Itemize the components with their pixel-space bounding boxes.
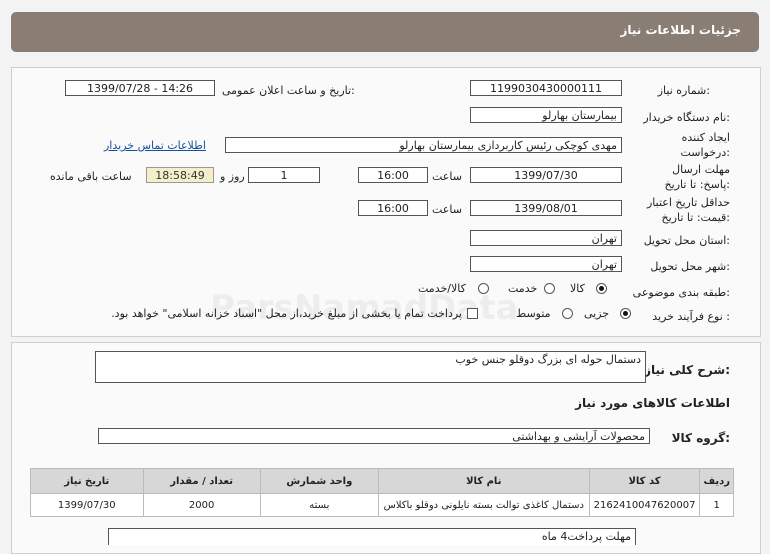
remaining-label: ساعت باقی مانده	[50, 170, 132, 183]
days-field: 1	[248, 167, 320, 183]
col-row: ردیف	[699, 468, 734, 494]
city-label: شهر محل تحویل:	[650, 260, 730, 273]
col-qty: تعداد / مقدار	[142, 468, 261, 494]
validity-date-field: 1399/08/01	[470, 200, 622, 216]
need-number-field: 1199030430000111	[470, 80, 622, 96]
validity-time-field: 16:00	[358, 200, 428, 216]
days-label: روز و	[220, 170, 245, 183]
send-deadline-label: مهلت ارسال پاسخ: تا تاریخ:	[664, 163, 730, 191]
goods-group-label: گروه کالا:	[671, 431, 730, 445]
cell-unit: بسته	[259, 493, 379, 517]
cell-name: دستمال کاغذی توالت بسته نایلونی دوقلو با…	[377, 493, 590, 517]
announce-label: تاریخ و ساعت اعلان عمومی:	[222, 84, 355, 97]
creator-label: ایجاد کننده درخواست:	[680, 131, 731, 159]
col-name: نام کالا	[377, 468, 590, 494]
process-medium-radio[interactable]	[562, 308, 573, 319]
process-minor-label: جزیی	[584, 307, 610, 320]
city-field: تهران	[470, 256, 622, 272]
announce-field: 1399/07/28 - 14:26	[65, 80, 215, 96]
buyer-label: نام دستگاه خریدار:	[643, 111, 730, 124]
send-date-field: 1399/07/30	[470, 167, 622, 183]
page-title: جزئیات اطلاعات نیاز	[620, 23, 741, 37]
description-label: شرح کلی نیاز:	[644, 363, 730, 377]
treasury-payment-checkbox[interactable]	[467, 308, 478, 319]
province-field: تهران	[470, 230, 622, 246]
col-unit: واحد شمارش	[259, 468, 379, 494]
process-medium-label: متوسط	[516, 307, 551, 320]
cell-row: 1	[699, 493, 734, 517]
items-table-header: ردیف کد کالا نام کالا واحد شمارش تعداد /…	[30, 468, 734, 494]
validity-label: حداقل تاریخ اعتبار قیمت: تا تاریخ:	[646, 196, 730, 224]
category-label: طبقه بندی موضوعی:	[632, 286, 730, 299]
send-time-field: 16:00	[358, 167, 428, 183]
buyer-contact-link[interactable]: اطلاعات تماس خریدار	[104, 139, 206, 152]
cell-code: 2162410047620007	[588, 493, 701, 517]
category-both-radio[interactable]	[478, 283, 489, 294]
category-goods-label: کالا	[570, 282, 585, 295]
send-time-label: ساعت	[432, 170, 462, 183]
category-goods-radio[interactable]	[596, 283, 607, 294]
items-section-title: اطلاعات کالاهای مورد نیاز	[575, 396, 730, 410]
col-date: تاریخ نیاز	[30, 468, 144, 494]
description-field: دستمال حوله ای بزرگ دوقلو جنس خوب	[95, 351, 646, 383]
process-label: نوع فرآیند خرید :	[652, 310, 730, 323]
creator-field: مهدی کوچکی رئیس کاربردازی بیمارستان بهار…	[225, 137, 622, 153]
treasury-payment-note: پرداخت تمام یا بخشی از مبلغ خرید،از محل …	[111, 307, 462, 320]
category-service-label: خدمت	[508, 282, 538, 295]
items-table: ردیف کد کالا نام کالا واحد شمارش تعداد /…	[30, 468, 734, 517]
process-minor-radio[interactable]	[620, 308, 631, 319]
category-service-radio[interactable]	[544, 283, 555, 294]
province-label: استان محل تحویل:	[643, 234, 730, 247]
col-code: کد کالا	[588, 468, 701, 494]
cell-date: 1399/07/30	[30, 493, 144, 517]
buyer-notes-field: مهلت پرداخت4 ماه	[108, 528, 636, 545]
need-number-label: شماره نیاز:	[657, 84, 710, 97]
cell-qty: 2000	[142, 493, 261, 517]
remaining-time-field: 18:58:49	[146, 167, 214, 183]
category-both-label: کالا/خدمت	[418, 282, 466, 295]
buyer-field: بیمارستان بهارلو	[470, 107, 622, 123]
validity-time-label: ساعت	[432, 203, 462, 216]
table-row: 1 2162410047620007 دستمال کاغذی توالت بس…	[30, 493, 734, 517]
goods-group-field: محصولات آرایشی و بهداشتی	[98, 428, 650, 444]
page-header: جزئیات اطلاعات نیاز	[11, 12, 759, 52]
